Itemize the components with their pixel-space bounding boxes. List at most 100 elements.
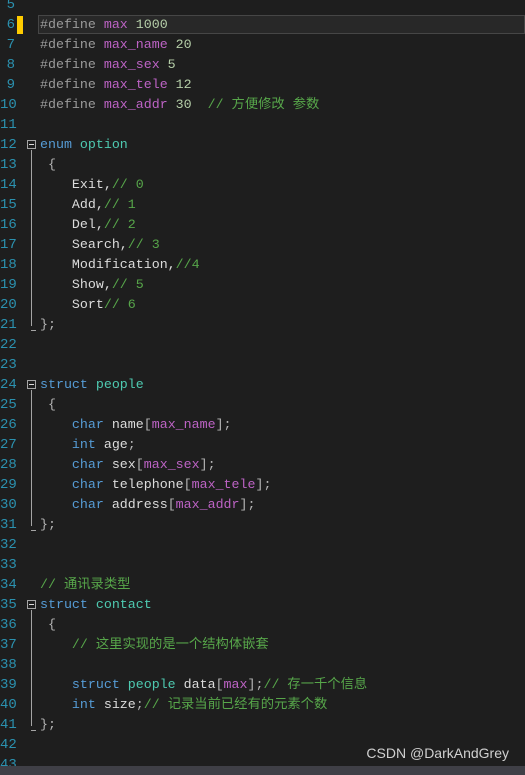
- token-punc: ;: [135, 697, 144, 712]
- code-line[interactable]: 35 struct contact: [0, 595, 525, 615]
- token-kw: enum: [40, 137, 80, 152]
- token-macro: max_sex: [143, 457, 200, 472]
- code-text: Add,// 1: [40, 195, 136, 215]
- code-text: struct people: [40, 375, 144, 395]
- token-cm: // 这里实现的是一个结构体嵌套: [40, 637, 269, 652]
- code-line[interactable]: 34 // 通讯录类型: [0, 575, 525, 595]
- token-macro: max_tele: [103, 77, 168, 92]
- line-number: 39: [0, 677, 17, 693]
- code-line[interactable]: 32: [0, 535, 525, 555]
- token-num: 12: [167, 77, 192, 92]
- code-line[interactable]: 17 Search,// 3: [0, 235, 525, 255]
- code-line[interactable]: 22: [0, 335, 525, 355]
- token-id: Exit,: [40, 177, 112, 192]
- line-number: 22: [0, 337, 17, 353]
- line-number: 8: [6, 57, 15, 73]
- horizontal-scrollbar[interactable]: [0, 766, 525, 775]
- line-number: 26: [0, 417, 17, 433]
- token-kw: struct: [40, 597, 96, 612]
- token-num: 5: [159, 57, 176, 72]
- token-type: people: [127, 677, 184, 692]
- token-type: contact: [95, 597, 152, 612]
- token-punc: [: [215, 677, 224, 692]
- line-number: 35: [0, 597, 17, 613]
- code-line[interactable]: 33: [0, 555, 525, 575]
- code-line[interactable]: 37 // 这里实现的是一个结构体嵌套: [0, 635, 525, 655]
- code-line[interactable]: 11: [0, 115, 525, 135]
- code-line[interactable]: 28 char sex[max_sex];: [0, 455, 525, 475]
- code-line[interactable]: 40 int size;// 记录当前已经有的元素个数: [0, 695, 525, 715]
- line-number: 29: [0, 477, 17, 493]
- collapse-icon[interactable]: [27, 380, 36, 389]
- code-line[interactable]: 12 enum option: [0, 135, 525, 155]
- line-number: 5: [6, 0, 15, 13]
- line-number: 18: [0, 257, 17, 273]
- code-text: char telephone[max_tele];: [40, 475, 272, 495]
- token-cm: //4: [175, 257, 200, 272]
- token-id: Show,: [40, 277, 112, 292]
- token-punc: {: [40, 157, 56, 172]
- line-number: 19: [0, 277, 17, 293]
- code-line[interactable]: 36 {: [0, 615, 525, 635]
- code-line[interactable]: 24 struct people: [0, 375, 525, 395]
- token-punc: ];: [255, 477, 272, 492]
- code-text: Show,// 5: [40, 275, 144, 295]
- code-line[interactable]: 20 Sort// 6: [0, 295, 525, 315]
- line-number: 37: [0, 637, 17, 653]
- code-text: #define max_addr 30 // 方便修改 参数: [40, 95, 319, 115]
- code-line[interactable]: 31};: [0, 515, 525, 535]
- line-number: 6: [6, 17, 15, 33]
- code-text: Search,// 3: [40, 235, 160, 255]
- code-line[interactable]: 6 #define max 1000: [0, 15, 525, 35]
- code-editor[interactable]: 5 6 #define max 1000 7 #define max_name 20 8 #…: [0, 0, 525, 775]
- code-line[interactable]: 21};: [0, 315, 525, 335]
- code-line[interactable]: 38: [0, 655, 525, 675]
- line-number: 14: [0, 177, 17, 193]
- token-macro: max_name: [151, 417, 216, 432]
- token-punc: [: [183, 477, 192, 492]
- code-line[interactable]: 18 Modification,//4: [0, 255, 525, 275]
- code-line[interactable]: 9 #define max_tele 12: [0, 75, 525, 95]
- token-cm: // 方便修改 参数: [207, 97, 320, 112]
- code-line[interactable]: 5: [0, 0, 525, 15]
- code-text: char address[max_addr];: [40, 495, 256, 515]
- line-number: 34: [0, 577, 17, 593]
- fold-guide-end: [31, 730, 36, 731]
- token-punc: ];: [247, 677, 264, 692]
- token-macro: max: [223, 677, 248, 692]
- code-line[interactable]: 7 #define max_name 20: [0, 35, 525, 55]
- token-punc: };: [40, 717, 56, 732]
- token-pp: #define: [40, 97, 104, 112]
- code-line[interactable]: 13 {: [0, 155, 525, 175]
- code-text: };: [40, 515, 56, 535]
- code-line[interactable]: 10 #define max_addr 30 // 方便修改 参数: [0, 95, 525, 115]
- token-punc: [: [167, 497, 176, 512]
- code-line[interactable]: 41};: [0, 715, 525, 735]
- line-number: 16: [0, 217, 17, 233]
- code-line[interactable]: 23: [0, 355, 525, 375]
- collapse-icon[interactable]: [27, 600, 36, 609]
- token-cm: // 记录当前已经有的元素个数: [143, 697, 328, 712]
- token-id: address: [111, 497, 168, 512]
- code-line[interactable]: 16 Del,// 2: [0, 215, 525, 235]
- code-line[interactable]: 27 int age;: [0, 435, 525, 455]
- collapse-icon[interactable]: [27, 140, 36, 149]
- token-id: Search,: [40, 237, 128, 252]
- code-text: // 通讯录类型: [40, 575, 130, 595]
- code-line[interactable]: 26 char name[max_name];: [0, 415, 525, 435]
- code-line[interactable]: 15 Add,// 1: [0, 195, 525, 215]
- code-line[interactable]: 30 char address[max_addr];: [0, 495, 525, 515]
- line-number: 27: [0, 437, 17, 453]
- code-line[interactable]: 8 #define max_sex 5: [0, 55, 525, 75]
- code-text: Modification,//4: [40, 255, 200, 275]
- token-pp: #define: [40, 37, 104, 52]
- token-kw: struct: [40, 377, 96, 392]
- code-line[interactable]: 39 struct people data[max];// 存一千个信息: [0, 675, 525, 695]
- line-number: 28: [0, 457, 17, 473]
- code-line[interactable]: 14 Exit,// 0: [0, 175, 525, 195]
- code-line[interactable]: 19 Show,// 5: [0, 275, 525, 295]
- code-line[interactable]: 25 {: [0, 395, 525, 415]
- code-text: char sex[max_sex];: [40, 455, 216, 475]
- code-line[interactable]: 29 char telephone[max_tele];: [0, 475, 525, 495]
- token-type: people: [95, 377, 144, 392]
